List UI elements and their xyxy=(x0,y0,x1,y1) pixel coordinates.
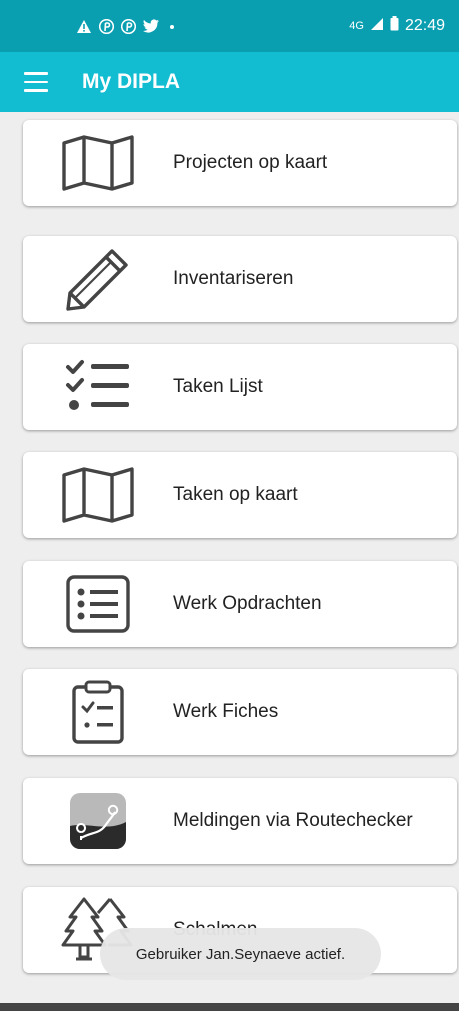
menu-item-label: Projecten op kaart xyxy=(173,152,328,173)
menu-item-label: Werk Opdrachten xyxy=(173,593,322,614)
warning-icon xyxy=(76,19,92,34)
twitter-icon xyxy=(143,19,160,33)
list-box-icon xyxy=(23,561,173,647)
app-bar: My DIPLA xyxy=(0,52,459,112)
battery-icon xyxy=(390,16,399,36)
menu-list[interactable]: Projecten op kaart Inventariseren Taken … xyxy=(0,112,459,992)
map-icon xyxy=(23,120,173,206)
dot-icon xyxy=(167,21,177,31)
menu-item-label: Inventariseren xyxy=(173,268,294,289)
hamburger-menu-icon[interactable] xyxy=(24,72,48,92)
pinterest-icon xyxy=(99,18,114,34)
menu-item-label: Werk Fiches xyxy=(173,701,279,722)
menu-item-label: Taken Lijst xyxy=(173,376,263,397)
routechecker-icon xyxy=(23,778,173,864)
menu-item-projecten-op-kaart[interactable]: Projecten op kaart xyxy=(23,120,457,206)
menu-item-taken-lijst[interactable]: Taken Lijst xyxy=(23,344,457,430)
pinterest-icon xyxy=(121,18,136,34)
menu-item-label: Meldingen via Routechecker xyxy=(173,810,413,831)
signal-icon xyxy=(370,17,384,36)
clock: 22:49 xyxy=(404,17,445,34)
menu-item-label: Taken op kaart xyxy=(173,484,298,505)
navigation-bar xyxy=(0,1003,459,1011)
clipboard-icon xyxy=(23,669,173,755)
pencil-icon xyxy=(23,236,173,322)
toast-message: Gebruiker Jan.Seynaeve actief. xyxy=(100,928,381,980)
status-right: 4G 22:49 xyxy=(349,16,445,36)
menu-item-taken-op-kaart[interactable]: Taken op kaart xyxy=(23,452,457,538)
notification-icons xyxy=(76,18,177,34)
menu-item-inventariseren[interactable]: Inventariseren xyxy=(23,236,457,322)
checklist-icon xyxy=(23,344,173,430)
menu-item-werk-opdrachten[interactable]: Werk Opdrachten xyxy=(23,561,457,647)
status-bar: 4G 22:49 xyxy=(0,0,459,52)
map-icon xyxy=(23,452,173,538)
menu-item-meldingen-via-routechecker[interactable]: Meldingen via Routechecker xyxy=(23,778,457,864)
app-title: My DIPLA xyxy=(82,70,181,93)
menu-item-werk-fiches[interactable]: Werk Fiches xyxy=(23,669,457,755)
network-type: 4G xyxy=(349,20,364,32)
